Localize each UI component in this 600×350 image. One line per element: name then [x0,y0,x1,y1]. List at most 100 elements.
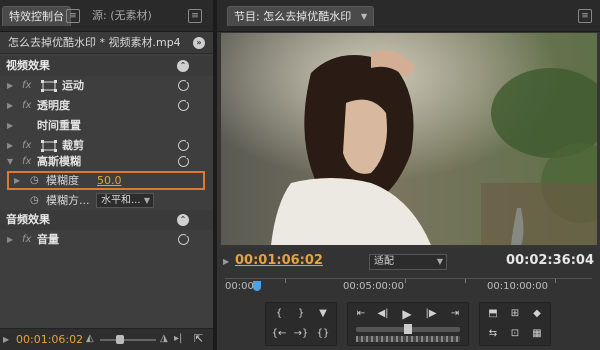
stopwatch-icon[interactable]: ◷ [30,191,39,211]
clear-marks-icon[interactable]: {} [312,325,334,343]
show-timeline-icon[interactable]: » [193,37,205,49]
collapse-audio-effects-icon[interactable]: ⌃ [177,214,189,226]
step-forward-icon[interactable]: |▶ [420,305,442,323]
play-triangle-icon[interactable]: ▶ [3,335,9,344]
effect-name: 时间重置 [37,119,81,132]
mark-in-icon[interactable]: { [268,305,290,323]
right-tab-bar: 节目: 怎么去掉优酷水印 ▼ ≡ [217,0,600,32]
blur-dimension-row: ◷ 模糊方... 水平和... ▼ [0,191,213,211]
fx-icon[interactable]: fx [22,96,31,116]
panel-menu-icon[interactable]: ≡ [578,9,592,23]
edit-controls: ⬒ ⊞ ◆ ⇆ ⊡ ▦ [479,302,551,346]
playhead-marker[interactable] [253,281,261,291]
effect-row-volume[interactable]: ▶ fx 音量 [0,230,213,250]
effect-name: 运动 [62,79,84,92]
effect-controls-footer: ▶ 00:01:06:02 ◭ ◮ ▸| ⇱ [0,328,213,350]
step-back-icon[interactable]: ◀| [372,305,394,323]
expand-triangle-icon[interactable]: ▶ [14,171,20,191]
lift-icon[interactable]: ⬒ [482,305,504,323]
blur-amount-value[interactable]: 50.0 [97,171,122,191]
safe-margins-icon[interactable]: ⊡ [504,325,526,343]
play-button-icon[interactable]: ▶ [396,305,418,323]
step-back-edit-icon[interactable]: ⇤ [350,305,372,323]
zoom-in-icon[interactable]: ◮ [160,333,168,344]
step-forward-edit-icon[interactable]: ⇥ [444,305,466,323]
expand-triangle-icon[interactable]: ▶ [7,76,13,96]
left-tab-bar: 特效控制台 ≡ 源: (无素材) ≡ [0,0,213,32]
effect-row-gaussian-blur[interactable]: ▼ fx 高斯模糊 [0,152,213,172]
loop-icon[interactable]: ⇆ [482,325,504,343]
goto-out-icon[interactable]: →} [290,325,312,343]
footer-timecode[interactable]: 00:01:06:02 [16,333,83,346]
output-icon[interactable]: ▦ [526,325,548,343]
blur-dimension-select[interactable]: 水平和... ▼ [96,193,154,208]
audio-effects-label: 音频效果 [6,213,50,226]
fx-icon[interactable]: fx [22,230,31,250]
duration-timecode: 00:02:36:04 [506,253,594,268]
video-effects-header: 视频效果 ⌃ [0,56,213,76]
blur-dimension-value: 水平和... [101,195,141,206]
play-triangle-icon[interactable]: ▶ [223,257,229,266]
panel-menu-icon[interactable]: ≡ [66,9,80,23]
clip-name-bar: 怎么去掉优酷水印 * 视频素材.mp4 » [0,32,213,54]
effect-row-time-remap[interactable]: ▶ 时间重置 [0,116,213,136]
fx-icon[interactable]: fx [22,152,31,172]
chevron-down-icon: ▼ [436,257,443,266]
effect-row-motion[interactable]: ▶ fx 运动 [0,76,213,96]
chevron-down-icon: ▼ [143,196,150,205]
fit-value: 适配 [374,256,394,267]
expand-triangle-icon[interactable]: ▶ [7,116,13,136]
effect-row-opacity[interactable]: ▶ fx 透明度 [0,96,213,116]
tab-effect-controls[interactable]: 特效控制台 [2,6,71,26]
blur-amount-label: 模糊度 [46,174,79,187]
time-ruler[interactable]: 00:00 00:05:00:00 00:10:00:00 [225,278,592,296]
zoom-out-icon[interactable]: ◭ [86,333,94,344]
ruler-label: 00:00 [225,281,254,292]
effect-name: 高斯模糊 [37,155,81,168]
shuttle-handle[interactable] [404,324,412,334]
mark-out-icon[interactable]: } [290,305,312,323]
expand-triangle-icon[interactable]: ▶ [7,96,13,116]
reset-icon[interactable] [178,138,190,151]
collapse-video-effects-icon[interactable]: ⌃ [177,60,189,72]
clip-name: 怎么去掉优酷水印 * 视频素材.mp4 [8,36,181,49]
marker-controls: { } ▼ {← →} {} [265,302,337,346]
jog-wheel[interactable] [356,336,460,342]
add-marker-icon[interactable]: ▼ [312,305,334,323]
video-effects-label: 视频效果 [6,59,50,72]
reset-icon[interactable] [178,154,190,167]
crop-transform-icon[interactable] [40,140,58,152]
playhead-sync-icon[interactable]: ▸| [174,333,182,344]
fit-select[interactable]: 适配 ▼ [369,254,447,270]
program-monitor-panel: 节目: 怎么去掉优酷水印 ▼ ≡ ▶ 00:01:06:02 适配 ▼ 00:0… [217,0,600,350]
shuttle-slider[interactable] [356,324,460,334]
tab-program[interactable]: 节目: 怎么去掉优酷水印 ▼ [227,6,375,27]
effect-name: 音量 [37,233,59,246]
trim-icon[interactable]: ◆ [526,305,548,323]
zoom-slider-handle[interactable] [116,335,124,344]
stopwatch-icon[interactable]: ◷ [30,171,39,191]
program-video-frame[interactable] [221,33,597,245]
blur-dimension-label: 模糊方... [46,194,90,207]
blur-amount-row: ▶ ◷ 模糊度 50.0 [0,171,213,191]
extract-icon[interactable]: ⊞ [504,305,526,323]
motion-transform-icon[interactable] [40,80,58,92]
reset-icon[interactable] [178,98,190,111]
audio-effects-header: 音频效果 ⌃ [0,210,213,230]
expand-triangle-icon[interactable]: ▶ [7,230,13,250]
ruler-label: 00:05:00:00 [343,281,405,292]
current-timecode[interactable]: 00:01:06:02 [235,253,323,268]
chevron-down-icon[interactable]: ▼ [361,7,367,27]
reset-icon[interactable] [178,232,190,245]
ruler-label: 00:10:00:00 [487,281,549,292]
export-icon[interactable]: ⇱ [194,332,203,345]
zoom-slider[interactable] [100,335,156,344]
fx-icon[interactable]: fx [22,76,31,96]
source-menu-icon[interactable]: ≡ [188,9,202,23]
collapse-triangle-icon[interactable]: ▼ [7,152,13,172]
reset-icon[interactable] [178,78,190,91]
tab-source[interactable]: 源: (无素材) [86,6,158,26]
goto-in-icon[interactable]: {← [268,325,290,343]
effect-controls-panel: 特效控制台 ≡ 源: (无素材) ≡ 怎么去掉优酷水印 * 视频素材.mp4 »… [0,0,215,350]
effect-name: 透明度 [37,99,70,112]
